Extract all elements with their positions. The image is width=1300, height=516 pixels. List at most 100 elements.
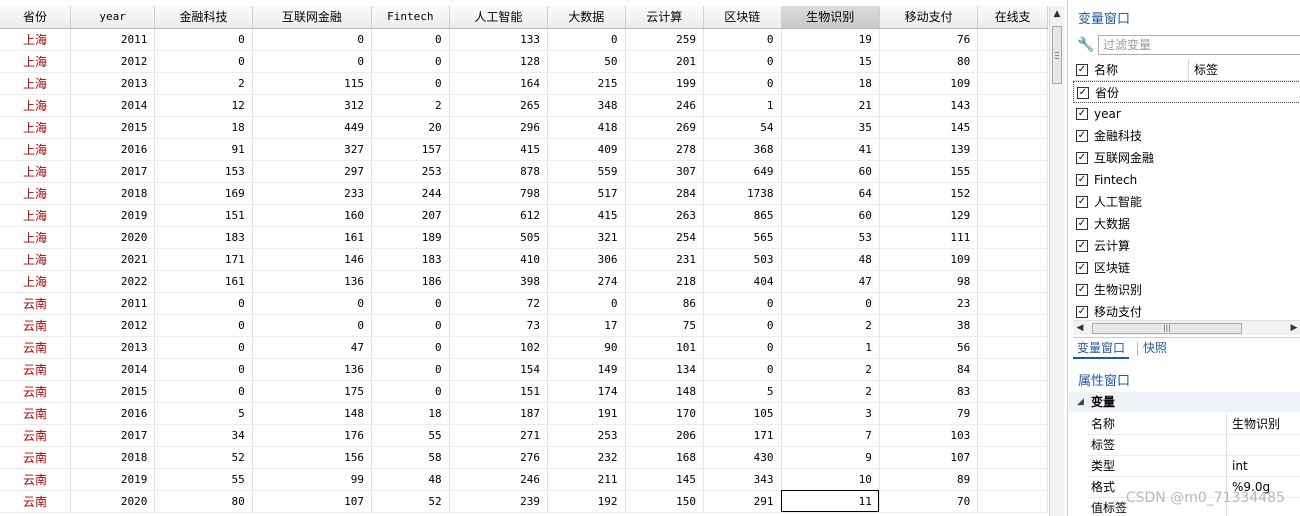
table-cell[interactable]: 0 bbox=[703, 28, 782, 51]
table-cell[interactable] bbox=[977, 182, 1048, 205]
scroll-up-icon[interactable]: ▲ bbox=[1050, 6, 1064, 23]
property-value[interactable]: int bbox=[1226, 456, 1300, 477]
table-row[interactable]: 云南 2012 0 0 0 73 17 75 0 2 38 bbox=[0, 314, 1048, 337]
table-cell[interactable]: 265 bbox=[449, 94, 549, 117]
table-cell[interactable]: 上海 bbox=[0, 226, 71, 249]
table-cell[interactable]: 52 bbox=[371, 490, 450, 513]
property-row[interactable]: 名称 生物识别 bbox=[1088, 414, 1300, 435]
table-cell[interactable]: 0 bbox=[154, 50, 253, 73]
vertical-scrollbar[interactable]: ▲ bbox=[1049, 6, 1064, 516]
table-cell[interactable]: 189 bbox=[371, 226, 450, 249]
table-cell[interactable]: 0 bbox=[154, 292, 253, 315]
table-cell[interactable] bbox=[977, 468, 1048, 491]
table-row[interactable]: 上海 2022 161 136 186 398 274 218 404 47 98 bbox=[0, 270, 1048, 293]
table-cell[interactable]: 263 bbox=[625, 204, 705, 227]
table-cell[interactable]: 145 bbox=[879, 116, 979, 139]
table-cell[interactable]: 253 bbox=[371, 160, 450, 183]
table-cell[interactable]: 上海 bbox=[0, 116, 71, 139]
table-cell[interactable]: 2012 bbox=[70, 314, 156, 337]
table-cell[interactable]: 73 bbox=[449, 314, 549, 337]
table-cell[interactable]: 565 bbox=[703, 226, 782, 249]
scroll-thumb[interactable]: ||| bbox=[1092, 323, 1242, 334]
table-cell[interactable]: 199 bbox=[625, 72, 705, 95]
table-cell[interactable]: 41 bbox=[781, 138, 880, 161]
table-cell[interactable]: 139 bbox=[879, 138, 979, 161]
table-cell[interactable]: 136 bbox=[252, 270, 373, 293]
table-cell[interactable]: 48 bbox=[371, 468, 450, 491]
table-cell[interactable]: 60 bbox=[781, 204, 880, 227]
table-cell[interactable]: 156 bbox=[252, 446, 373, 469]
table-cell[interactable]: 0 bbox=[781, 292, 880, 315]
tab-variables-window[interactable]: 变量窗口 bbox=[1073, 338, 1130, 359]
table-cell[interactable]: 211 bbox=[547, 468, 626, 491]
table-cell[interactable]: 47 bbox=[252, 336, 373, 359]
table-cell[interactable]: 0 bbox=[547, 28, 626, 51]
table-cell[interactable]: 72 bbox=[449, 292, 549, 315]
scroll-right-icon[interactable]: ▶ bbox=[1287, 321, 1300, 336]
checkbox-checked-icon[interactable]: ✓ bbox=[1076, 130, 1088, 142]
table-cell[interactable] bbox=[977, 402, 1048, 425]
table-cell[interactable]: 109 bbox=[879, 72, 979, 95]
table-cell[interactable]: 254 bbox=[625, 226, 705, 249]
table-cell[interactable]: 151 bbox=[154, 204, 253, 227]
table-cell[interactable]: 18 bbox=[154, 116, 253, 139]
table-cell[interactable]: 60 bbox=[781, 160, 880, 183]
table-cell[interactable]: 云南 bbox=[0, 380, 71, 403]
checkbox-checked-icon[interactable]: ✓ bbox=[1076, 262, 1088, 274]
table-cell[interactable]: 10 bbox=[781, 468, 880, 491]
table-cell[interactable]: 143 bbox=[879, 94, 979, 117]
table-cell[interactable]: 418 bbox=[547, 116, 626, 139]
table-cell[interactable]: 上海 bbox=[0, 94, 71, 117]
table-cell[interactable]: 80 bbox=[154, 490, 253, 513]
table-cell[interactable]: 上海 bbox=[0, 204, 71, 227]
table-cell[interactable]: 2014 bbox=[70, 358, 156, 381]
table-cell[interactable]: 327 bbox=[252, 138, 373, 161]
table-cell[interactable]: 0 bbox=[703, 314, 782, 337]
table-cell[interactable]: 128 bbox=[449, 50, 549, 73]
variable-item[interactable]: ✓ 大数据 bbox=[1073, 213, 1300, 235]
table-cell[interactable]: 109 bbox=[879, 248, 979, 271]
filter-variables-input[interactable] bbox=[1098, 35, 1300, 55]
table-cell[interactable]: 259 bbox=[625, 28, 705, 51]
table-cell[interactable]: 91 bbox=[154, 138, 253, 161]
table-cell[interactable]: 430 bbox=[703, 446, 782, 469]
table-cell[interactable]: 2017 bbox=[70, 424, 156, 447]
table-cell[interactable]: 34 bbox=[154, 424, 253, 447]
table-cell[interactable]: 0 bbox=[547, 292, 626, 315]
table-cell[interactable]: 865 bbox=[703, 204, 782, 227]
table-cell[interactable]: 48 bbox=[781, 248, 880, 271]
table-cell[interactable]: 0 bbox=[154, 28, 253, 51]
property-value[interactable] bbox=[1226, 435, 1300, 456]
variable-item[interactable]: ✓ Fintech bbox=[1073, 169, 1300, 191]
table-cell[interactable]: 244 bbox=[371, 182, 450, 205]
table-cell[interactable]: 58 bbox=[371, 446, 450, 469]
tab-snapshot[interactable]: 快照 bbox=[1139, 338, 1171, 359]
table-cell[interactable]: 161 bbox=[252, 226, 373, 249]
table-cell[interactable]: 107 bbox=[879, 446, 979, 469]
table-cell[interactable] bbox=[977, 72, 1048, 95]
table-row[interactable]: 云南 2020 80 107 52 239 192 150 291 11 70 bbox=[0, 490, 1048, 513]
table-cell[interactable]: 175 bbox=[252, 380, 373, 403]
table-cell[interactable]: 146 bbox=[252, 248, 373, 271]
table-row[interactable]: 云南 2014 0 136 0 154 149 134 0 2 84 bbox=[0, 358, 1048, 381]
table-cell[interactable]: 2 bbox=[781, 358, 880, 381]
table-cell[interactable]: 134 bbox=[625, 358, 705, 381]
checkbox-checked-icon[interactable]: ✓ bbox=[1076, 218, 1088, 230]
table-row[interactable]: 云南 2017 34 176 55 271 253 206 171 7 103 bbox=[0, 424, 1048, 447]
table-row[interactable]: 上海 2017 153 297 253 878 559 307 649 60 155 bbox=[0, 160, 1048, 183]
table-row[interactable]: 上海 2012 0 0 0 128 50 201 0 15 80 bbox=[0, 50, 1048, 73]
table-row[interactable]: 云南 2019 55 99 48 246 211 145 343 10 89 bbox=[0, 468, 1048, 491]
table-cell[interactable]: 415 bbox=[449, 138, 549, 161]
table-cell[interactable] bbox=[977, 336, 1048, 359]
table-cell[interactable]: 70 bbox=[879, 490, 979, 513]
table-cell[interactable]: 136 bbox=[252, 358, 373, 381]
table-cell[interactable]: 3 bbox=[781, 402, 880, 425]
table-cell[interactable]: 306 bbox=[547, 248, 626, 271]
column-header[interactable]: 金融科技 bbox=[154, 6, 253, 29]
table-cell[interactable]: 161 bbox=[154, 270, 253, 293]
table-cell[interactable]: 2022 bbox=[70, 270, 156, 293]
column-header[interactable]: year bbox=[70, 6, 156, 29]
table-cell[interactable]: 103 bbox=[879, 424, 979, 447]
table-cell[interactable]: 55 bbox=[371, 424, 450, 447]
table-cell[interactable]: 232 bbox=[547, 446, 626, 469]
